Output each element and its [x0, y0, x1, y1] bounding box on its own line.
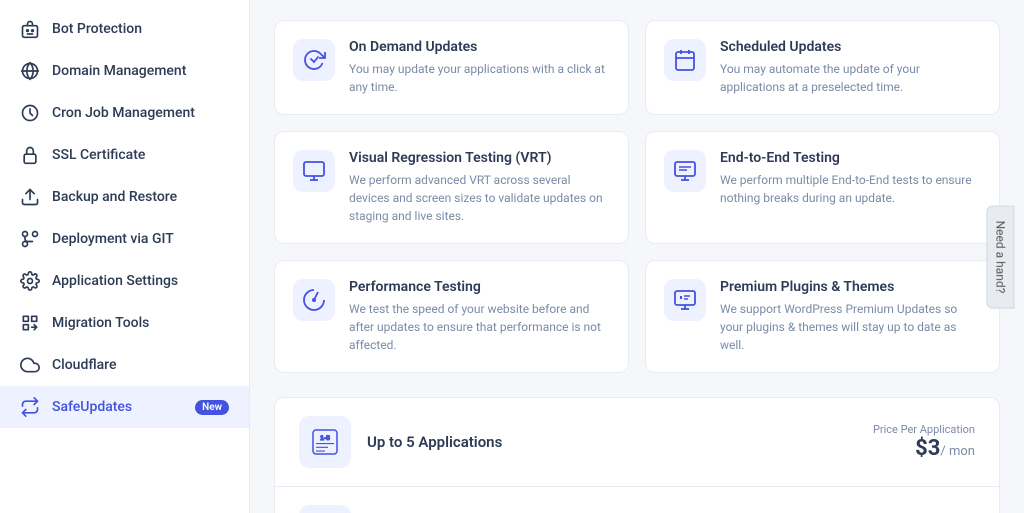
- ssl-icon: [20, 145, 40, 165]
- domain-icon: [20, 61, 40, 81]
- visual-regression-text: Visual Regression Testing (VRT) We perfo…: [349, 150, 610, 225]
- sidebar-item-backup-restore[interactable]: Backup and Restore: [0, 176, 249, 218]
- safeupdates-icon: [20, 397, 40, 417]
- visual-regression-icon: [293, 150, 335, 192]
- bot-icon: [20, 19, 40, 39]
- sidebar-item-label: Application Settings: [52, 273, 178, 289]
- sidebar-item-cloudflare[interactable]: Cloudflare: [0, 344, 249, 386]
- pricing-badge-up-to-5: 1-5: [299, 416, 351, 468]
- premium-plugins-title: Premium Plugins & Themes: [720, 279, 981, 295]
- settings-icon: [20, 271, 40, 291]
- sidebar-item-domain-management[interactable]: Domain Management: [0, 50, 249, 92]
- pricing-badge-6-plus: 6: [299, 505, 351, 513]
- sidebar-item-application-settings[interactable]: Application Settings: [0, 260, 249, 302]
- on-demand-updates-desc: You may update your applications with a …: [349, 60, 610, 96]
- need-hand-tab[interactable]: Need a hand?: [987, 205, 1015, 308]
- sidebar-item-label: SafeUpdates: [52, 399, 132, 415]
- sidebar-item-label: Cron Job Management: [52, 105, 195, 121]
- sidebar-item-label: Domain Management: [52, 63, 186, 79]
- main-content: On Demand Updates You may update your ap…: [250, 0, 1024, 513]
- premium-plugins-text: Premium Plugins & Themes We support Word…: [720, 279, 981, 354]
- visual-regression-title: Visual Regression Testing (VRT): [349, 150, 610, 166]
- e2e-testing-desc: We perform multiple End-to-End tests to …: [720, 171, 981, 207]
- feature-card-performance-testing: Performance Testing We test the speed of…: [274, 260, 629, 373]
- feature-card-scheduled-updates: Scheduled Updates You may automate the u…: [645, 20, 1000, 115]
- cron-icon: [20, 103, 40, 123]
- performance-testing-desc: We test the speed of your website before…: [349, 300, 610, 354]
- git-icon: [20, 229, 40, 249]
- on-demand-updates-icon: [293, 39, 335, 81]
- scheduled-updates-icon: [664, 39, 706, 81]
- sidebar-item-label: Deployment via GIT: [52, 231, 174, 247]
- sidebar-item-label: Cloudflare: [52, 357, 116, 373]
- sidebar-item-safe-updates[interactable]: SafeUpdates New: [0, 386, 249, 428]
- pricing-row-up-to-5: 1-5 Up to 5 Applications Price Per Appli…: [275, 398, 999, 486]
- scheduled-updates-text: Scheduled Updates You may automate the u…: [720, 39, 981, 96]
- sidebar-item-migration-tools[interactable]: Migration Tools: [0, 302, 249, 344]
- feature-card-visual-regression: Visual Regression Testing (VRT) We perfo…: [274, 131, 629, 244]
- backup-icon: [20, 187, 40, 207]
- cloudflare-icon: [20, 355, 40, 375]
- sidebar-item-ssl-certificate[interactable]: SSL Certificate: [0, 134, 249, 176]
- sidebar-item-cron-job[interactable]: Cron Job Management: [0, 92, 249, 134]
- pricing-label-up-to-5: Price Per Application: [873, 423, 975, 436]
- feature-card-on-demand-updates: On Demand Updates You may update your ap…: [274, 20, 629, 115]
- feature-card-premium-plugins: Premium Plugins & Themes We support Word…: [645, 260, 1000, 373]
- pricing-row-6-plus: 6 6+ Applications Save an extra $1 when …: [275, 486, 999, 513]
- features-grid: On Demand Updates You may update your ap…: [274, 20, 1000, 373]
- sidebar: Bot Protection Domain Management Cron Jo…: [0, 0, 250, 513]
- performance-testing-title: Performance Testing: [349, 279, 610, 295]
- premium-plugins-desc: We support WordPress Premium Updates so …: [720, 300, 981, 354]
- pricing-cost-up-to-5: Price Per Application $3/ mon: [873, 423, 975, 461]
- on-demand-updates-text: On Demand Updates You may update your ap…: [349, 39, 610, 96]
- sidebar-item-bot-protection[interactable]: Bot Protection: [0, 8, 249, 50]
- svg-text:1-5: 1-5: [320, 435, 330, 442]
- premium-plugins-icon: [664, 279, 706, 321]
- sidebar-item-deployment-git[interactable]: Deployment via GIT: [0, 218, 249, 260]
- e2e-testing-icon: [664, 150, 706, 192]
- migration-icon: [20, 313, 40, 333]
- scheduled-updates-desc: You may automate the update of your appl…: [720, 60, 981, 96]
- scheduled-updates-title: Scheduled Updates: [720, 39, 981, 55]
- sidebar-item-label: Bot Protection: [52, 21, 142, 37]
- e2e-testing-title: End-to-End Testing: [720, 150, 981, 166]
- on-demand-updates-title: On Demand Updates: [349, 39, 610, 55]
- pricing-amount-up-to-5: $3/ mon: [873, 436, 975, 461]
- performance-testing-text: Performance Testing We test the speed of…: [349, 279, 610, 354]
- pricing-section: 1-5 Up to 5 Applications Price Per Appli…: [274, 397, 1000, 513]
- pricing-price-up-to-5: $3: [915, 436, 940, 461]
- e2e-testing-text: End-to-End Testing We perform multiple E…: [720, 150, 981, 207]
- feature-card-e2e-testing: End-to-End Testing We perform multiple E…: [645, 131, 1000, 244]
- sidebar-item-label: SSL Certificate: [52, 147, 145, 163]
- pricing-info-up-to-5: Up to 5 Applications: [367, 433, 857, 451]
- pricing-title-up-to-5: Up to 5 Applications: [367, 433, 857, 451]
- sidebar-item-label: Backup and Restore: [52, 189, 177, 205]
- sidebar-item-label: Migration Tools: [52, 315, 149, 331]
- performance-testing-icon: [293, 279, 335, 321]
- pricing-per-up-to-5: / mon: [940, 444, 975, 459]
- visual-regression-desc: We perform advanced VRT across several d…: [349, 171, 610, 225]
- new-badge: New: [195, 400, 229, 415]
